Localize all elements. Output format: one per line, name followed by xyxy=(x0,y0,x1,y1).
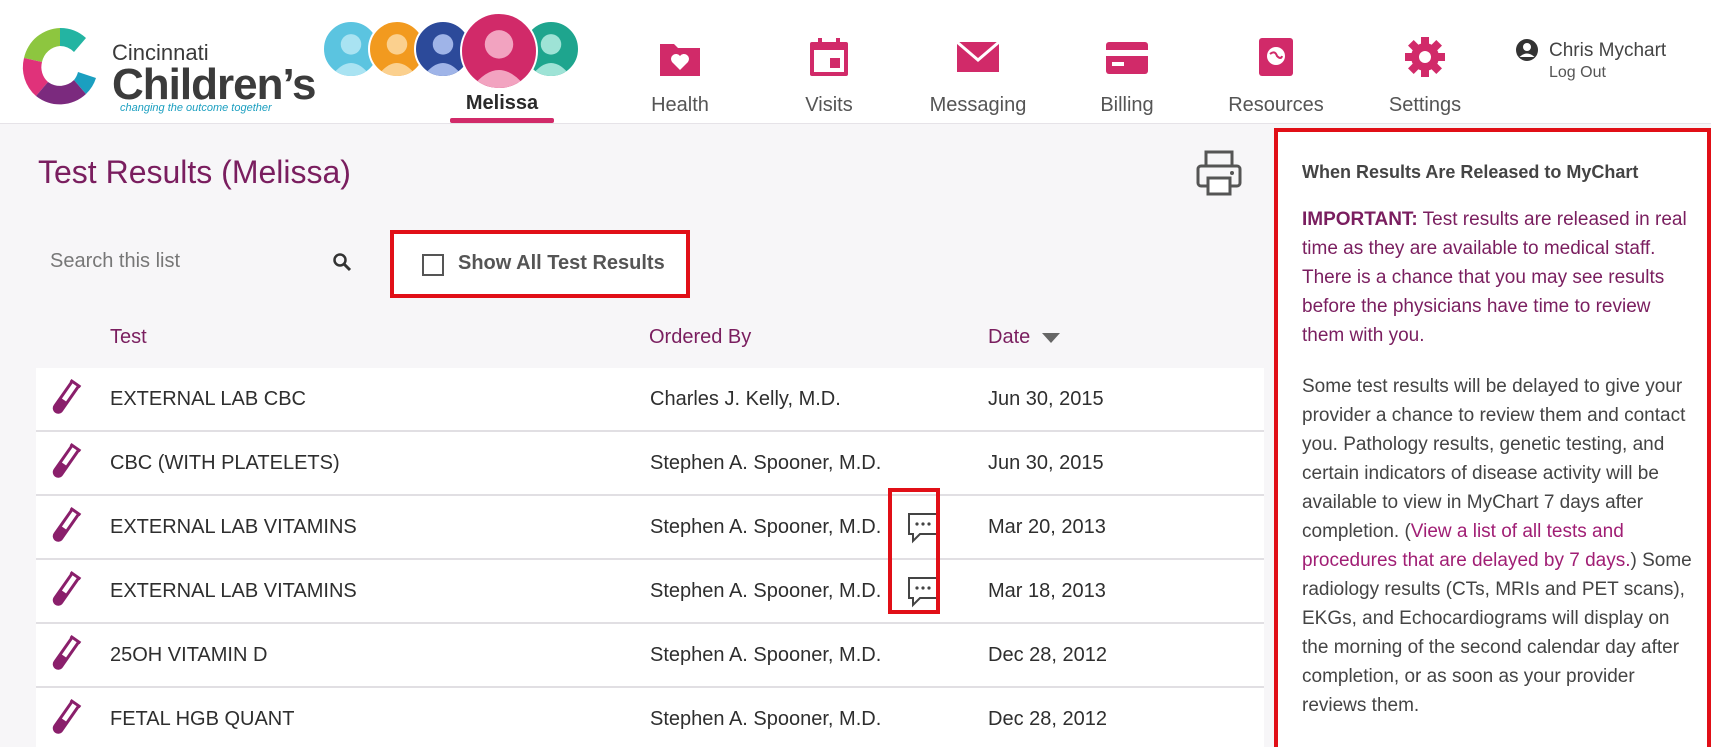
cell-ordered-by: Stephen A. Spooner, M.D. xyxy=(650,708,882,730)
table-row[interactable]: 25OH VITAMIN D Stephen A. Spooner, M.D. … xyxy=(36,624,1264,688)
comment-icons-highlight xyxy=(888,488,940,614)
cell-ordered-by: Stephen A. Spooner, M.D. xyxy=(650,516,882,538)
nav-billing-label: Billing xyxy=(1100,94,1154,116)
folder-heart-icon xyxy=(660,44,700,76)
sort-descending-icon xyxy=(1042,332,1061,343)
column-header-date[interactable]: Date xyxy=(988,326,1061,349)
test-tube-icon xyxy=(52,570,82,606)
logo-ring-icon xyxy=(22,27,96,105)
cell-date: Dec 28, 2012 xyxy=(988,708,1107,730)
column-header-ordered-by[interactable]: Ordered By xyxy=(649,326,751,349)
show-all-checkbox[interactable] xyxy=(422,254,444,276)
nav-messaging[interactable]: Messaging xyxy=(913,28,1043,124)
logout-link[interactable]: Log Out xyxy=(1549,64,1606,82)
gear-icon xyxy=(1405,37,1445,77)
cell-date: Mar 18, 2013 xyxy=(988,580,1106,602)
printer-icon[interactable] xyxy=(1194,148,1244,198)
column-header-test[interactable]: Test xyxy=(110,326,147,349)
test-tube-icon xyxy=(52,634,82,670)
cell-ordered-by: Stephen A. Spooner, M.D. xyxy=(650,452,882,474)
search-input[interactable] xyxy=(36,230,356,292)
important-label: IMPORTANT: xyxy=(1302,209,1418,230)
book-globe-icon xyxy=(1259,38,1293,76)
panel-title: When Results Are Released to MyChart xyxy=(1302,162,1639,182)
table-row[interactable]: CBC (WITH PLATELETS) Stephen A. Spooner,… xyxy=(36,432,1264,496)
nav-resources[interactable]: Resources xyxy=(1211,28,1341,124)
main-content: Test Results (Melissa) Show All Test Res… xyxy=(12,130,1268,747)
show-all-label[interactable]: Show All Test Results xyxy=(458,252,665,275)
patient-avatar-melissa[interactable] xyxy=(460,12,538,90)
release-info-panel: When Results Are Released to MyChart IMP… xyxy=(1274,128,1711,747)
table-row[interactable]: EXTERNAL LAB VITAMINS Stephen A. Spooner… xyxy=(36,560,1264,624)
test-tube-icon xyxy=(52,698,82,734)
cell-ordered-by: Stephen A. Spooner, M.D. xyxy=(650,580,882,602)
important-notice: IMPORTANT: Test results are released in … xyxy=(1302,205,1692,350)
cell-ordered-by: Charles J. Kelly, M.D. xyxy=(650,388,841,410)
results-table: EXTERNAL LAB CBC Charles J. Kelly, M.D. … xyxy=(36,368,1264,747)
release-info-content: When Results Are Released to MyChart IMP… xyxy=(1302,162,1692,742)
envelope-icon xyxy=(956,40,1000,72)
delay-text-before: Some test results will be delayed to giv… xyxy=(1302,376,1686,542)
cell-test: FETAL HGB QUANT xyxy=(110,708,295,730)
top-header: Cincinnati Children’s changing the outco… xyxy=(0,0,1711,124)
cell-test: EXTERNAL LAB VITAMINS xyxy=(110,516,357,538)
nav-visits[interactable]: Visits xyxy=(764,28,894,124)
test-tube-icon xyxy=(52,378,82,414)
delay-text-after: ) Some radiology results (CTs, MRIs and … xyxy=(1302,550,1692,716)
credit-card-icon xyxy=(1106,42,1148,74)
nav-settings-label: Settings xyxy=(1388,94,1462,116)
user-name: Chris Mychart xyxy=(1549,40,1667,61)
search-icon[interactable] xyxy=(332,252,352,272)
user-account-icon xyxy=(1516,39,1538,61)
search-box xyxy=(36,230,356,292)
nav-visits-label: Visits xyxy=(805,94,853,116)
nav-health[interactable]: Health xyxy=(615,28,745,124)
cell-date: Mar 20, 2013 xyxy=(988,516,1106,538)
logo-tagline: changing the outcome together xyxy=(120,102,272,114)
nav-billing[interactable]: Billing xyxy=(1062,28,1192,124)
table-row[interactable]: EXTERNAL LAB CBC Charles J. Kelly, M.D. … xyxy=(36,368,1264,432)
test-tube-icon xyxy=(52,442,82,478)
table-row[interactable]: EXTERNAL LAB VITAMINS Stephen A. Spooner… xyxy=(36,496,1264,560)
cell-test: CBC (WITH PLATELETS) xyxy=(110,452,340,474)
calendar-icon xyxy=(810,38,848,76)
show-all-highlight: Show All Test Results xyxy=(390,230,690,298)
nav-messaging-label: Messaging xyxy=(929,94,1027,116)
test-tube-icon xyxy=(52,506,82,542)
cincinnati-childrens-logo[interactable]: Cincinnati Children’s changing the outco… xyxy=(14,18,317,118)
cell-date: Jun 30, 2015 xyxy=(988,388,1104,410)
cell-date: Dec 28, 2012 xyxy=(988,644,1107,666)
active-patient-indicator xyxy=(450,118,554,123)
active-patient-name[interactable]: Melissa xyxy=(452,92,552,115)
column-header-date-label: Date xyxy=(988,326,1031,348)
delay-notice: Some test results will be delayed to giv… xyxy=(1302,372,1692,720)
cell-test: EXTERNAL LAB CBC xyxy=(110,388,306,410)
table-row[interactable]: FETAL HGB QUANT Stephen A. Spooner, M.D.… xyxy=(36,688,1264,747)
cell-test: EXTERNAL LAB VITAMINS xyxy=(110,580,357,602)
cell-test: 25OH VITAMIN D xyxy=(110,644,268,666)
page-title: Test Results (Melissa) xyxy=(38,154,351,190)
nav-health-label: Health xyxy=(651,94,709,116)
nav-resources-label: Resources xyxy=(1228,94,1324,116)
cell-ordered-by: Stephen A. Spooner, M.D. xyxy=(650,644,882,666)
cell-date: Jun 30, 2015 xyxy=(988,452,1104,474)
nav-settings[interactable]: Settings xyxy=(1360,28,1490,124)
